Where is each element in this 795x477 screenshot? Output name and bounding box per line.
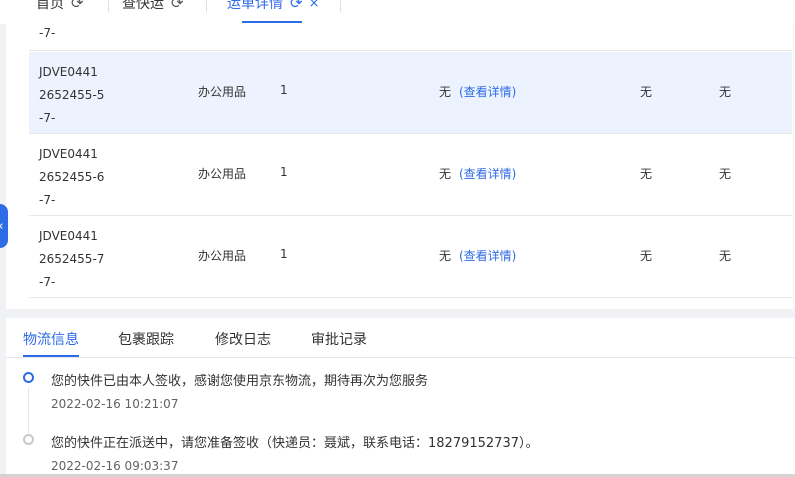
package-id-line: 2652455-6	[39, 170, 105, 184]
package-id-line: -7-	[39, 275, 56, 289]
tab-home[interactable]: 首页 ⟳	[36, 0, 84, 15]
package-category: 办公用品	[198, 85, 247, 99]
view-details-link[interactable]: (查看详情)	[459, 83, 516, 100]
timeline-event-text: 您的快件正在派送中，请您准备签收（快递员：聂斌，联系电话：18279152737…	[51, 436, 539, 451]
refresh-icon[interactable]: ⟳	[171, 0, 184, 12]
package-value-a: 无	[640, 167, 653, 181]
tab-approval-records[interactable]: 审批记录	[311, 329, 367, 349]
package-remark: 无	[439, 167, 452, 181]
timeline-dot	[23, 372, 34, 383]
package-id: JDVE0441 2652455-7 -7-	[39, 225, 104, 294]
package-category: 办公用品	[198, 249, 247, 263]
chevron-left-icon: ‹	[0, 219, 4, 234]
package-id: JDVE0441 2652455-5 -7-	[39, 61, 104, 130]
tab-divider	[206, 0, 207, 12]
package-id-line: 2652455-5	[39, 88, 105, 102]
view-details-link[interactable]: (查看详情)	[459, 247, 516, 264]
tab-package-tracking[interactable]: 包裹跟踪	[118, 329, 174, 349]
timeline-dot	[23, 434, 34, 445]
tab-divider	[340, 0, 341, 12]
tab-divider	[108, 0, 109, 12]
package-quantity: 1	[280, 165, 288, 179]
tab-waybill-detail[interactable]: 运单详情 ⟳ ×	[227, 0, 319, 15]
active-tab-indicator	[242, 21, 302, 23]
table-row[interactable]: JDVE0441 2652455-7 -7- 办公用品 1 无 (查看详情) 无…	[29, 216, 795, 298]
active-subtab-indicator	[23, 355, 79, 357]
package-value-a: 无	[640, 249, 653, 263]
package-value-a: 无	[640, 85, 653, 99]
sidebar-collapse-handle[interactable]: ‹	[0, 204, 8, 248]
package-id: JDVE0441 2652455-6 -7-	[39, 143, 104, 212]
page-tabs-bar: 首页 ⟳ 查快运 ⟳ 运单详情 ⟳ ×	[0, 0, 795, 24]
logistics-tabs: 物流信息 包裹跟踪 修改日志 审批记录	[6, 318, 795, 358]
package-id-line: JDVE0441	[39, 65, 98, 79]
tab-change-log[interactable]: 修改日志	[215, 329, 271, 349]
timeline-event-text: 您的快件已由本人签收，感谢您使用京东物流，期待再次为您服务	[51, 374, 429, 389]
package-id-line: JDVE0441	[39, 147, 98, 161]
timeline-event-time: 2022-02-16 10:21:07	[51, 397, 179, 411]
view-details-link[interactable]: (查看详情)	[459, 165, 516, 182]
table-row[interactable]: JDVE0441 2652455-5 -7- 办公用品 1 无 (查看详情) 无…	[29, 52, 795, 134]
package-id-line: JDVE0441	[39, 229, 98, 243]
package-value-b: 无	[719, 167, 732, 181]
timeline-event-time: 2022-02-16 09:03:37	[51, 459, 179, 473]
tab-search-freight[interactable]: 查快运 ⟳	[122, 0, 184, 15]
tab-logistics-info[interactable]: 物流信息	[23, 329, 79, 349]
package-value-b: 无	[719, 249, 732, 263]
logistics-panel: 物流信息 包裹跟踪 修改日志 审批记录 您的快件已由本人签收，感谢您使用京东物流…	[6, 318, 795, 477]
package-remark: 无	[439, 249, 452, 263]
package-value-b: 无	[719, 85, 732, 99]
package-id-line: -7-	[39, 111, 56, 125]
package-quantity: 1	[280, 247, 288, 261]
refresh-icon[interactable]: ⟳	[290, 0, 303, 12]
package-quantity: 1	[280, 83, 288, 97]
package-id-suffix: -7-	[39, 26, 56, 40]
tab-search-freight-label: 查快运	[122, 0, 164, 12]
package-category: 办公用品	[198, 167, 247, 181]
package-id-line: 2652455-7	[39, 252, 105, 266]
refresh-icon[interactable]: ⟳	[71, 0, 84, 12]
table-row: -7-	[29, 24, 795, 51]
tab-home-label: 首页	[36, 0, 64, 12]
package-remark: 无	[439, 85, 452, 99]
close-icon[interactable]: ×	[309, 0, 320, 11]
package-id-line: -7-	[39, 193, 56, 207]
tab-waybill-detail-label: 运单详情	[227, 0, 283, 12]
table-row[interactable]: JDVE0441 2652455-6 -7- 办公用品 1 无 (查看详情) 无…	[29, 134, 795, 216]
package-table: -7- JDVE0441 2652455-5 -7- 办公用品 1 无 (查看详…	[6, 24, 795, 309]
